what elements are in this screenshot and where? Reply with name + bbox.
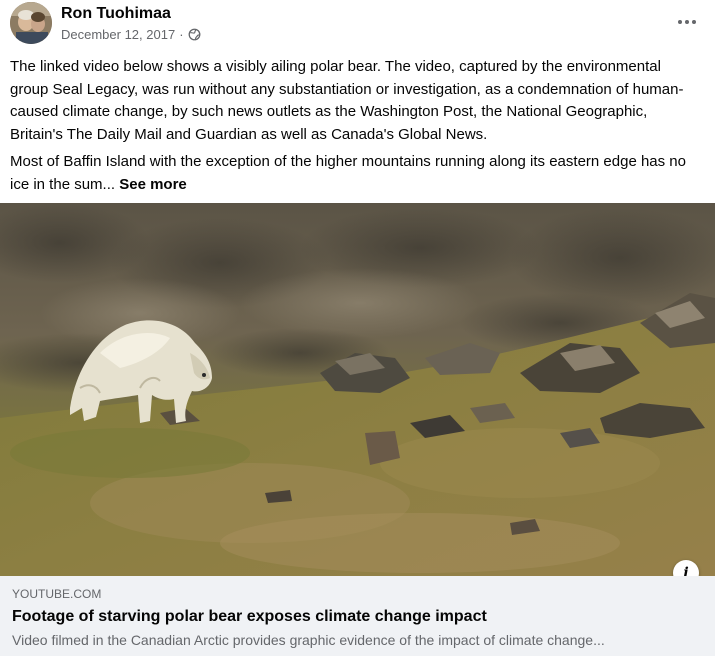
meta-separator: · <box>179 27 184 42</box>
more-options-icon <box>678 20 696 24</box>
author-avatar[interactable] <box>10 2 52 44</box>
see-more-link[interactable]: See more <box>119 176 187 193</box>
post-meta: December 12, 2017 · <box>61 27 201 42</box>
video-thumbnail[interactable] <box>0 203 715 576</box>
author-name[interactable]: Ron Tuohimaa <box>61 5 171 23</box>
link-title[interactable]: Footage of starving polar bear exposes c… <box>12 606 703 628</box>
polar-bear-image <box>0 203 715 576</box>
avatar-image <box>10 2 52 44</box>
post-header: Ron Tuohimaa December 12, 2017 · <box>0 0 715 52</box>
post-date[interactable]: December 12, 2017 <box>61 27 175 42</box>
facebook-post: Ron Tuohimaa December 12, 2017 · The lin… <box>0 0 715 656</box>
globe-icon[interactable] <box>188 28 201 41</box>
more-options-button[interactable] <box>673 10 701 34</box>
link-preview-card[interactable]: YOUTUBE.COM Footage of starving polar be… <box>0 576 715 656</box>
post-paragraph-2-text: Most of Baffin Island with the exception… <box>10 153 686 193</box>
post-text: The linked video below shows a visibly a… <box>10 56 700 201</box>
post-paragraph-2: Most of Baffin Island with the exception… <box>10 151 700 196</box>
post-paragraph-1: The linked video below shows a visibly a… <box>10 58 684 143</box>
link-domain: YOUTUBE.COM <box>12 587 102 601</box>
link-description: Video filmed in the Canadian Arctic prov… <box>12 632 605 648</box>
